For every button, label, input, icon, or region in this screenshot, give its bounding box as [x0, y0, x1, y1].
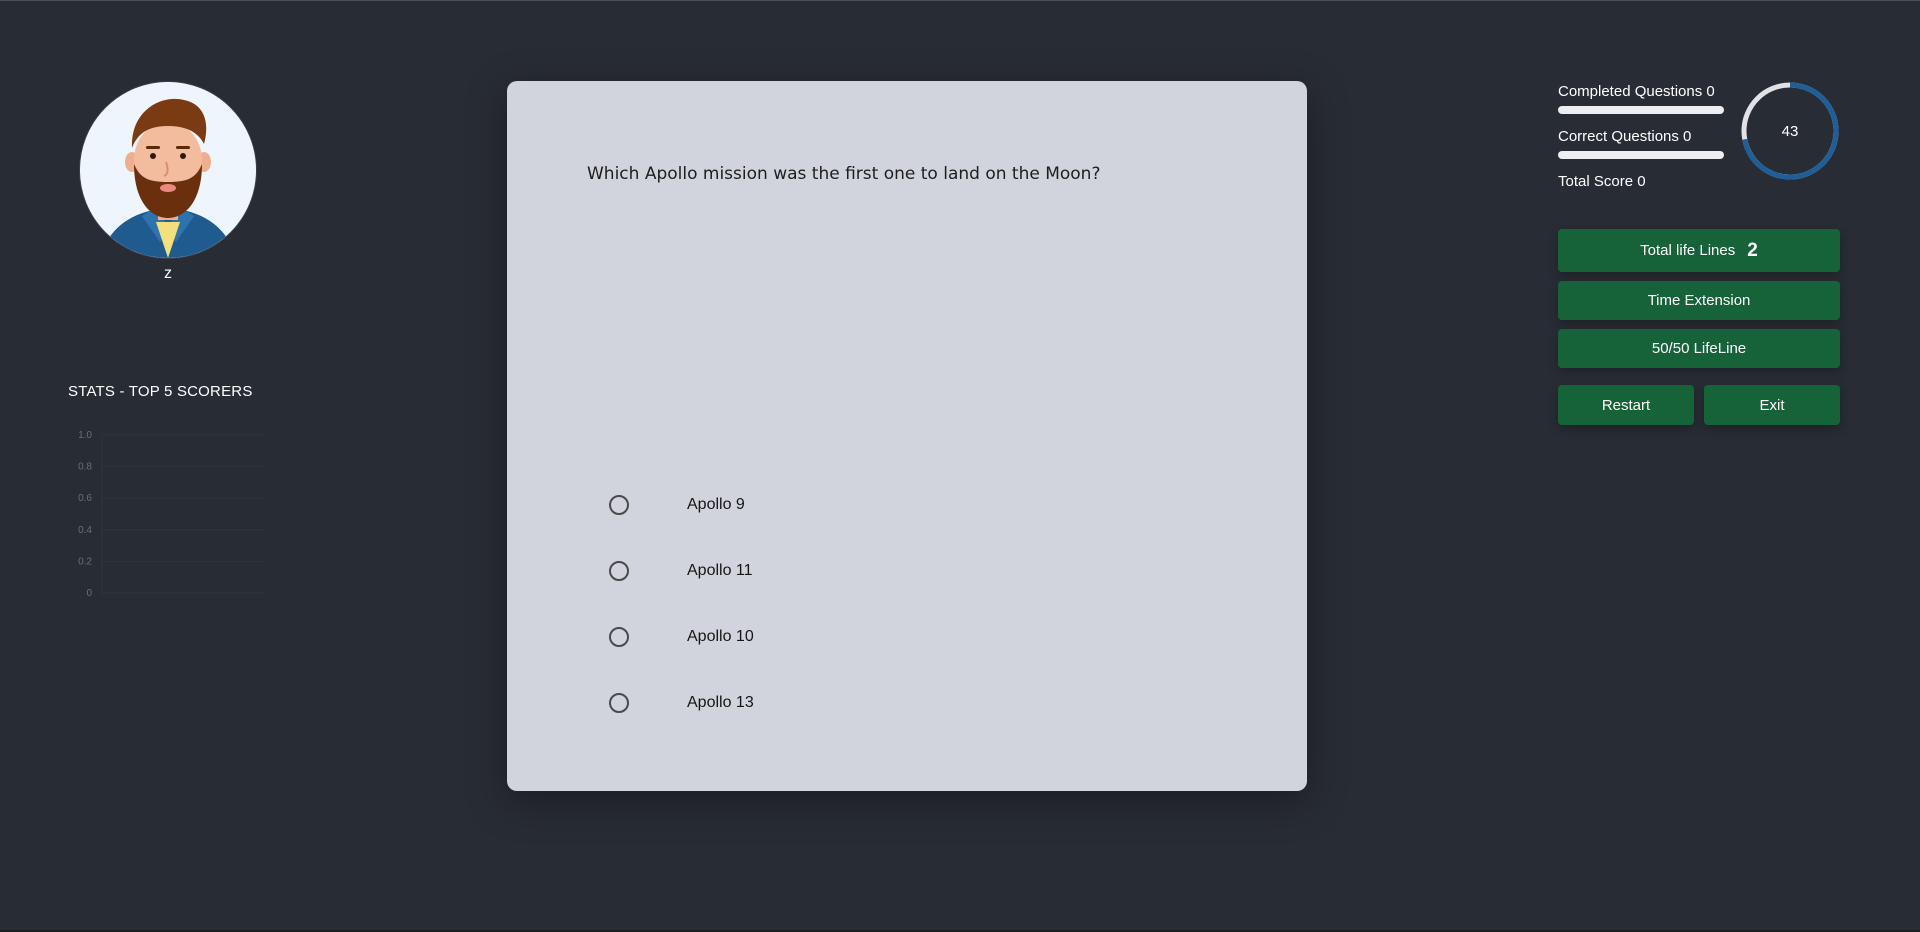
y-tick-label: 1.0: [78, 430, 92, 441]
answer-option[interactable]: Apollo 11: [609, 538, 754, 604]
avatar: [79, 81, 257, 259]
total-lifelines-button[interactable]: Total life Lines 2: [1558, 229, 1840, 272]
lifelines-count: 2: [1747, 239, 1758, 261]
radio-button[interactable]: [609, 495, 629, 515]
answer-label: Apollo 11: [687, 562, 753, 579]
correct-progress-bar: [1558, 151, 1724, 159]
countdown-timer: 43: [1741, 82, 1839, 180]
correct-questions-label: Correct Questions 0: [1558, 128, 1692, 145]
answer-label: Apollo 9: [687, 496, 745, 513]
radio-button[interactable]: [609, 627, 629, 647]
answer-option[interactable]: Apollo 10: [609, 604, 754, 670]
radio-button[interactable]: [609, 561, 629, 581]
y-tick-label: 0.4: [78, 525, 92, 536]
exit-button[interactable]: Exit: [1704, 385, 1840, 425]
y-tick-label: 0.8: [78, 462, 92, 473]
y-tick-label: 0: [86, 588, 92, 599]
answer-label: Apollo 13: [687, 694, 754, 711]
top-scorers-chart: 0 0.2 0.4 0.6 0.8 1.0: [78, 430, 265, 599]
answer-option[interactable]: Apollo 13: [609, 670, 754, 736]
answer-options: Apollo 9 Apollo 11 Apollo 10 Apollo 13: [609, 472, 754, 736]
total-score-label: Total Score 0: [1558, 173, 1646, 190]
progress-panel: Completed Questions 0 Correct Questions …: [1558, 83, 1728, 191]
restart-button[interactable]: Restart: [1558, 385, 1694, 425]
fifty-fifty-lifeline-button[interactable]: 50/50 LifeLine: [1558, 329, 1840, 368]
user-profile: z: [79, 81, 257, 283]
question-card: Which Apollo mission was the first one t…: [507, 81, 1307, 791]
lifelines-label: Total life Lines: [1640, 242, 1736, 259]
completed-progress-bar: [1558, 106, 1724, 114]
stats-title: STATS - TOP 5 SCORERS: [68, 383, 253, 400]
timer-value: 43: [1782, 123, 1799, 140]
window-top-border: [0, 0, 1920, 1]
y-tick-label: 0.2: [78, 556, 92, 567]
question-text: Which Apollo mission was the first one t…: [587, 164, 1101, 184]
username: z: [164, 265, 172, 282]
answer-option[interactable]: Apollo 9: [609, 472, 754, 538]
time-extension-button[interactable]: Time Extension: [1558, 281, 1840, 320]
answer-label: Apollo 10: [687, 628, 754, 645]
y-tick-label: 0.6: [78, 493, 92, 504]
completed-questions-label: Completed Questions 0: [1558, 83, 1715, 100]
radio-button[interactable]: [609, 693, 629, 713]
